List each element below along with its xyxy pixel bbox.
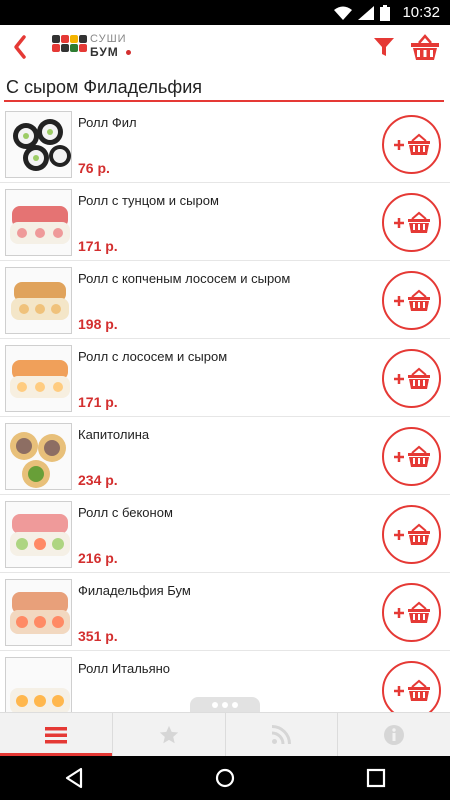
product-item[interactable]: Ролл с тунцом и сыром 171 р. — [0, 183, 450, 261]
product-thumbnail[interactable] — [5, 657, 72, 712]
product-item[interactable]: Ролл Фил 76 р. — [0, 105, 450, 183]
system-nav-bar — [0, 756, 450, 800]
app-bar: СУШИ БУМ — [0, 25, 450, 69]
product-thumbnail[interactable] — [5, 579, 72, 646]
drawer-handle[interactable] — [190, 697, 260, 713]
home-nav-icon[interactable] — [213, 766, 237, 790]
handle-dot — [232, 702, 238, 708]
back-nav-icon[interactable] — [62, 766, 86, 790]
product-price: 171 р. — [78, 394, 118, 410]
product-price: 216 р. — [78, 550, 118, 566]
product-item[interactable]: Ролл с беконом 216 р. — [0, 495, 450, 573]
product-name: Филадельфия Бум — [78, 583, 191, 598]
add-to-basket-icon — [393, 679, 430, 701]
product-price: 234 р. — [78, 472, 118, 488]
add-to-cart-button[interactable] — [382, 661, 441, 712]
handle-dot — [212, 702, 218, 708]
product-name: Ролл Итальяно — [78, 661, 171, 676]
product-name: Ролл Фил — [78, 115, 137, 130]
signal-icon — [358, 6, 374, 20]
product-price: 171 р. — [78, 238, 118, 254]
add-to-cart-button[interactable] — [382, 427, 441, 486]
product-list[interactable]: Ролл Фил 76 р. Ролл с тунцом и сыром 171… — [0, 105, 450, 712]
tab-menu[interactable] — [0, 713, 113, 756]
handle-dot — [222, 702, 228, 708]
product-price: 198 р. — [78, 316, 118, 332]
add-to-basket-icon — [393, 211, 430, 233]
product-name: Капитолина — [78, 427, 150, 442]
product-name: Ролл с беконом — [78, 505, 173, 520]
status-time: 10:32 — [402, 4, 440, 21]
tab-info[interactable] — [338, 713, 450, 756]
product-price: 351 р. — [78, 628, 118, 644]
wifi-icon — [334, 6, 352, 20]
add-to-cart-button[interactable] — [382, 193, 441, 252]
add-to-cart-button[interactable] — [382, 115, 441, 174]
product-item[interactable]: Ролл с копченым лососем и сыром 198 р. — [0, 261, 450, 339]
add-to-basket-icon — [393, 523, 430, 545]
product-thumbnail[interactable] — [5, 345, 72, 412]
logo-text-line1: СУШИ — [90, 33, 127, 45]
bottom-tab-bar — [0, 712, 450, 756]
add-to-cart-button[interactable] — [382, 271, 441, 330]
tab-favorites[interactable] — [113, 713, 226, 756]
add-to-basket-icon — [393, 133, 430, 155]
add-to-basket-icon — [393, 367, 430, 389]
recents-nav-icon[interactable] — [364, 766, 388, 790]
add-to-basket-icon — [393, 601, 430, 623]
product-item[interactable]: Филадельфия Бум 351 р. — [0, 573, 450, 651]
product-thumbnail[interactable] — [5, 111, 72, 178]
add-to-cart-button[interactable] — [382, 349, 441, 408]
product-thumbnail[interactable] — [5, 189, 72, 256]
product-price: 76 р. — [78, 160, 110, 176]
add-to-basket-icon — [393, 445, 430, 467]
product-item[interactable]: Ролл с лососем и сыром 171 р. — [0, 339, 450, 417]
product-name: Ролл с тунцом и сыром — [78, 193, 219, 208]
product-item[interactable]: Капитолина 234 р. — [0, 417, 450, 495]
product-name: Ролл с копченым лососем и сыром — [78, 271, 291, 286]
info-icon — [384, 724, 405, 745]
logo-text-line2: БУМ — [90, 45, 119, 59]
status-bar: 10:32 — [0, 0, 450, 25]
rss-icon — [272, 724, 292, 744]
tab-news[interactable] — [226, 713, 339, 756]
add-to-cart-button[interactable] — [382, 583, 441, 642]
category-header: С сыром Филадельфия — [0, 69, 450, 103]
add-to-basket-icon — [393, 289, 430, 311]
sushi-bum-logo[interactable]: СУШИ БУМ — [52, 33, 132, 63]
product-thumbnail[interactable] — [5, 423, 72, 490]
cart-basket-icon[interactable] — [410, 33, 440, 61]
battery-icon — [380, 5, 390, 21]
filter-icon[interactable] — [372, 35, 396, 59]
logo-mark — [52, 35, 87, 52]
add-to-cart-button[interactable] — [382, 505, 441, 564]
star-icon — [159, 725, 178, 743]
status-icons — [334, 5, 390, 21]
logo-dot — [126, 50, 131, 55]
title-underline — [4, 100, 444, 102]
back-arrow-icon[interactable] — [10, 33, 30, 61]
product-thumbnail[interactable] — [5, 267, 72, 334]
product-name: Ролл с лососем и сыром — [78, 349, 228, 364]
product-thumbnail[interactable] — [5, 501, 72, 568]
menu-icon — [44, 726, 67, 743]
page-title: С сыром Филадельфия — [6, 77, 202, 97]
